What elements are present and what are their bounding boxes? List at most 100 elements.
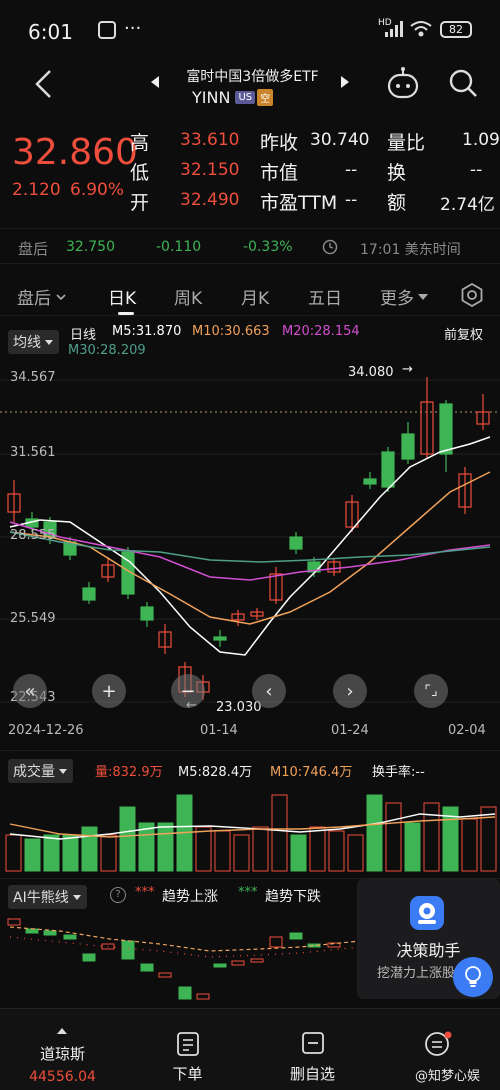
volume-bar xyxy=(385,802,402,872)
order-button[interactable]: 下单 xyxy=(125,1009,250,1090)
ma10-line xyxy=(9,471,491,625)
chart-settings-icon[interactable] xyxy=(460,283,484,307)
tab-active-indicator xyxy=(118,312,134,315)
ai-candle xyxy=(140,963,154,972)
battery-icon: 82 xyxy=(440,21,472,38)
candle-body xyxy=(439,403,453,455)
volume-bar xyxy=(366,794,383,872)
tab-five-day[interactable]: 五日 xyxy=(308,284,342,309)
tab-after-hours[interactable]: 盘后 xyxy=(17,284,67,309)
trend-up-marker-icon: *** xyxy=(135,885,155,900)
volume-bar xyxy=(119,806,136,872)
volume-bar xyxy=(290,834,307,872)
after-hours-change-pct: -0.33% xyxy=(243,239,293,255)
triangle-down-icon xyxy=(45,340,53,345)
zoom-in-button[interactable]: + xyxy=(92,674,126,708)
zoom-out-button[interactable]: − xyxy=(171,674,205,708)
scroll-start-button[interactable]: « xyxy=(13,674,47,708)
after-hours-time: 17:01 美东时间 xyxy=(360,242,461,258)
tab-monthly-k[interactable]: 月K xyxy=(241,284,269,309)
indicator-selector[interactable]: 均线 xyxy=(8,330,59,354)
candle-body xyxy=(213,636,227,641)
stat-low-value: 32.150 xyxy=(180,160,240,180)
ai-candle xyxy=(213,963,227,968)
stat-volratio-value: 1.09 xyxy=(462,130,500,150)
y-tick-label: 31.561 xyxy=(10,445,56,460)
remove-watchlist-button[interactable]: 删自选 xyxy=(250,1009,375,1090)
next-stock-icon[interactable] xyxy=(340,75,350,89)
tab-more[interactable]: 更多 xyxy=(380,284,429,309)
tab-label: 盘后 xyxy=(17,289,51,309)
more-menu-button[interactable]: @知梦心娱 xyxy=(375,1009,500,1090)
assistant-icon xyxy=(410,896,444,930)
ma30-value: M30:28.209 xyxy=(68,343,146,358)
candle-body xyxy=(363,478,377,485)
ai-bullbear-chart xyxy=(7,918,360,1000)
tab-label: 日K xyxy=(108,289,137,309)
ma-kind: 日线 xyxy=(70,328,97,343)
y-tick-label: 25.549 xyxy=(10,611,56,626)
candle-body xyxy=(289,536,303,550)
volume-bar xyxy=(461,818,478,872)
volume-bar xyxy=(252,826,269,872)
bottom-nav: 道琼斯 44556.04 下单 删自选 @知梦心娱 xyxy=(0,1008,500,1090)
ai-candle xyxy=(121,940,135,960)
page-title: 富时中国3倍做多ETF xyxy=(186,69,319,85)
prev-stock-icon[interactable] xyxy=(150,75,160,89)
price-chart[interactable]: 34.567 31.561 28.555 25.549 22.543 34.08… xyxy=(0,362,500,742)
ma5-value: M5:31.870 xyxy=(112,324,182,339)
candle-body xyxy=(401,433,415,460)
ma20-value: M20:28.154 xyxy=(282,324,360,339)
candle-body xyxy=(140,606,154,621)
short-badge: 空 xyxy=(257,89,274,106)
candle-body xyxy=(381,451,395,488)
price-change: 2.120 xyxy=(12,180,61,200)
stat-high-label: 高 xyxy=(130,132,150,154)
turnover-rate: 换手率:-- xyxy=(372,765,425,780)
order-icon xyxy=(177,1032,199,1056)
volume-bar xyxy=(233,834,250,872)
back-icon[interactable] xyxy=(32,68,54,100)
volume-panel[interactable]: 成交量 量:832.9万 M5:828.4万 M10:746.4万 换手率:-- xyxy=(0,750,500,875)
lightbulb-icon xyxy=(465,966,481,987)
volume-bar xyxy=(328,830,345,872)
robot-assistant-icon[interactable] xyxy=(385,66,421,100)
help-icon[interactable]: ? xyxy=(110,887,126,903)
stat-prevclose-value: 30.740 xyxy=(310,130,370,150)
ai-indicator-selector[interactable]: AI牛熊线 xyxy=(8,885,87,909)
after-hours-row: 盘后 32.750 -0.110 -0.33% 17:01 美东时间 xyxy=(0,228,500,264)
remove-watchlist-label: 删自选 xyxy=(289,1065,335,1083)
volume-bar xyxy=(347,834,364,872)
app-notification-icon xyxy=(98,21,116,39)
stat-prevclose-label: 昨收 xyxy=(260,132,299,154)
search-icon[interactable] xyxy=(448,68,478,98)
ai-candle xyxy=(196,993,210,1000)
volume-bar xyxy=(423,802,440,872)
clock-icon xyxy=(322,239,338,255)
volume-bar xyxy=(24,838,41,872)
volume-selector-label: 成交量 xyxy=(13,764,55,780)
stat-pe-label: 市盈TTM xyxy=(260,192,338,214)
triangle-down-icon xyxy=(72,895,81,900)
index-name: 道琼斯 xyxy=(39,1045,85,1063)
decision-assistant-card[interactable]: 决策助手 挖潜力上涨股 xyxy=(357,879,500,999)
fullscreen-button[interactable]: ⌜⌟ xyxy=(414,674,448,708)
wifi-icon xyxy=(410,21,432,37)
scroll-left-button[interactable]: ‹ xyxy=(252,674,286,708)
ma-legend: 均线 日线 M5:31.870 M10:30.663 M20:28.154 前复… xyxy=(0,320,500,362)
index-value: 44556.04 xyxy=(29,1069,96,1085)
tab-weekly-k[interactable]: 周K xyxy=(174,284,202,309)
ai-panel[interactable]: AI牛熊线 ? *** 趋势上涨 *** 趋势下跌 决策助手 挖潜力上涨股 xyxy=(0,878,500,1003)
triangle-down-icon xyxy=(418,293,428,300)
index-ticker[interactable]: 道琼斯 44556.04 xyxy=(0,1009,125,1090)
tab-daily-k[interactable]: 日K xyxy=(108,284,137,315)
adjust-mode[interactable]: 前复权 xyxy=(444,324,483,343)
triangle-down-icon xyxy=(59,769,67,774)
scroll-right-button[interactable]: › xyxy=(333,674,367,708)
volume-bar xyxy=(62,834,79,872)
stat-open-value: 32.490 xyxy=(180,190,240,210)
candle-body xyxy=(82,587,96,601)
last-price: 32.860 xyxy=(12,132,138,173)
lightbulb-button[interactable] xyxy=(453,957,493,997)
high-arrow-icon: → xyxy=(402,362,413,377)
